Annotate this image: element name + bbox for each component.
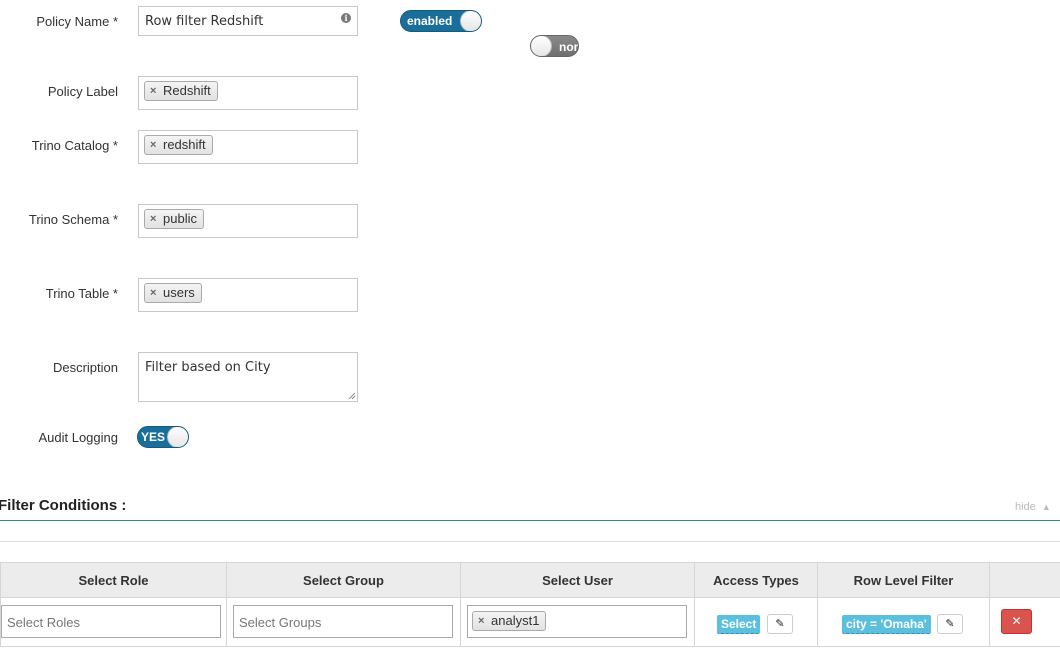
audit-logging-toggle-label: YES bbox=[141, 430, 166, 444]
remove-tag-icon[interactable]: × bbox=[478, 612, 484, 630]
trino-table-tag[interactable]: × users bbox=[144, 283, 202, 303]
policy-name-value: Row filter Redshift bbox=[145, 14, 264, 29]
pencil-icon: ✎ bbox=[945, 618, 955, 630]
user-tag[interactable]: × analyst1 bbox=[472, 611, 547, 631]
edit-row-filter-button[interactable]: ✎ bbox=[937, 614, 963, 634]
remove-tag-icon[interactable]: × bbox=[150, 210, 156, 228]
select-users-input[interactable]: × analyst1 bbox=[467, 605, 687, 638]
hide-label: hide bbox=[1015, 501, 1036, 513]
column-header: Access Types bbox=[694, 562, 818, 598]
row-filter-cell: city = 'Omaha' ✎ bbox=[817, 597, 990, 647]
users-cell: × analyst1 bbox=[460, 597, 695, 647]
policy-type-label: nor bbox=[559, 40, 579, 54]
pencil-icon: ✎ bbox=[775, 618, 785, 630]
trino-table-label: Trino Table * bbox=[45, 286, 118, 301]
column-header: Select Group bbox=[226, 562, 461, 598]
description-label: Description bbox=[52, 360, 118, 375]
policy-enabled-toggle[interactable]: enabled bbox=[400, 10, 482, 32]
row-filter-badge[interactable]: city = 'Omaha' bbox=[842, 615, 931, 634]
remove-tag-icon[interactable]: × bbox=[150, 82, 156, 100]
policy-name-label: Policy Name * bbox=[36, 14, 118, 29]
access-type-badge[interactable]: Select bbox=[717, 615, 761, 634]
select-roles-placeholder: Select Roles bbox=[7, 615, 80, 630]
filter-conditions-table: Select Role Select Group Select User Acc… bbox=[0, 562, 1060, 647]
edit-access-types-button[interactable]: ✎ bbox=[767, 614, 793, 634]
trino-schema-tag[interactable]: × public bbox=[144, 209, 204, 229]
policy-label-label: Policy Label bbox=[47, 84, 118, 99]
info-icon[interactable]: i bbox=[341, 13, 351, 23]
resize-handle-icon[interactable] bbox=[348, 392, 356, 400]
select-groups-placeholder: Select Groups bbox=[239, 615, 322, 630]
filter-conditions-title: Filter Conditions : bbox=[0, 497, 127, 514]
policy-type-toggle[interactable]: nor bbox=[530, 35, 579, 57]
policy-enabled-label: enabled bbox=[407, 14, 453, 28]
description-value: Filter based on City bbox=[145, 360, 271, 375]
trino-catalog-tag[interactable]: × redshift bbox=[144, 135, 213, 155]
roles-cell: Select Roles bbox=[0, 597, 227, 647]
access-types-cell: Select ✎ bbox=[694, 597, 818, 647]
column-header: Select Role bbox=[0, 562, 227, 598]
column-header bbox=[989, 562, 1060, 598]
toggle-knob bbox=[460, 11, 481, 31]
close-icon: ✕ bbox=[1011, 614, 1022, 628]
policy-name-input[interactable]: Row filter Redshift i bbox=[138, 6, 358, 36]
trino-schema-label: Trino Schema * bbox=[28, 212, 118, 227]
actions-cell: ✕ bbox=[989, 597, 1060, 647]
delete-row-button[interactable]: ✕ bbox=[1001, 609, 1032, 634]
table-row: Select Roles Select Groups × analyst1 Sel… bbox=[0, 597, 1060, 647]
groups-cell: Select Groups bbox=[226, 597, 461, 647]
toggle-knob bbox=[531, 36, 552, 56]
trino-catalog-input[interactable]: × redshift bbox=[138, 130, 358, 164]
select-groups-input[interactable]: Select Groups bbox=[233, 605, 453, 638]
remove-tag-icon[interactable]: × bbox=[150, 284, 156, 302]
trino-table-input[interactable]: × users bbox=[138, 278, 358, 312]
column-header: Row Level Filter bbox=[817, 562, 990, 598]
hide-toggle[interactable]: hide ▲ bbox=[1015, 501, 1051, 513]
trino-catalog-label: Trino Catalog * bbox=[31, 138, 118, 153]
policy-label-input[interactable]: × Redshift bbox=[138, 76, 358, 110]
chevron-up-icon: ▲ bbox=[1041, 502, 1051, 512]
audit-logging-label: Audit Logging bbox=[38, 430, 118, 445]
policy-label-tag[interactable]: × Redshift bbox=[144, 81, 218, 101]
audit-logging-toggle[interactable]: YES bbox=[137, 426, 189, 448]
select-roles-input[interactable]: Select Roles bbox=[1, 605, 221, 638]
remove-tag-icon[interactable]: × bbox=[150, 136, 156, 154]
trino-schema-input[interactable]: × public bbox=[138, 204, 358, 238]
section-divider bbox=[0, 520, 1060, 521]
toggle-knob bbox=[167, 427, 188, 447]
table-header-row: Select Role Select Group Select User Acc… bbox=[0, 562, 1060, 598]
column-header: Select User bbox=[460, 562, 695, 598]
description-textarea[interactable]: Filter based on City bbox=[138, 352, 358, 402]
table-top-divider bbox=[0, 541, 1060, 542]
